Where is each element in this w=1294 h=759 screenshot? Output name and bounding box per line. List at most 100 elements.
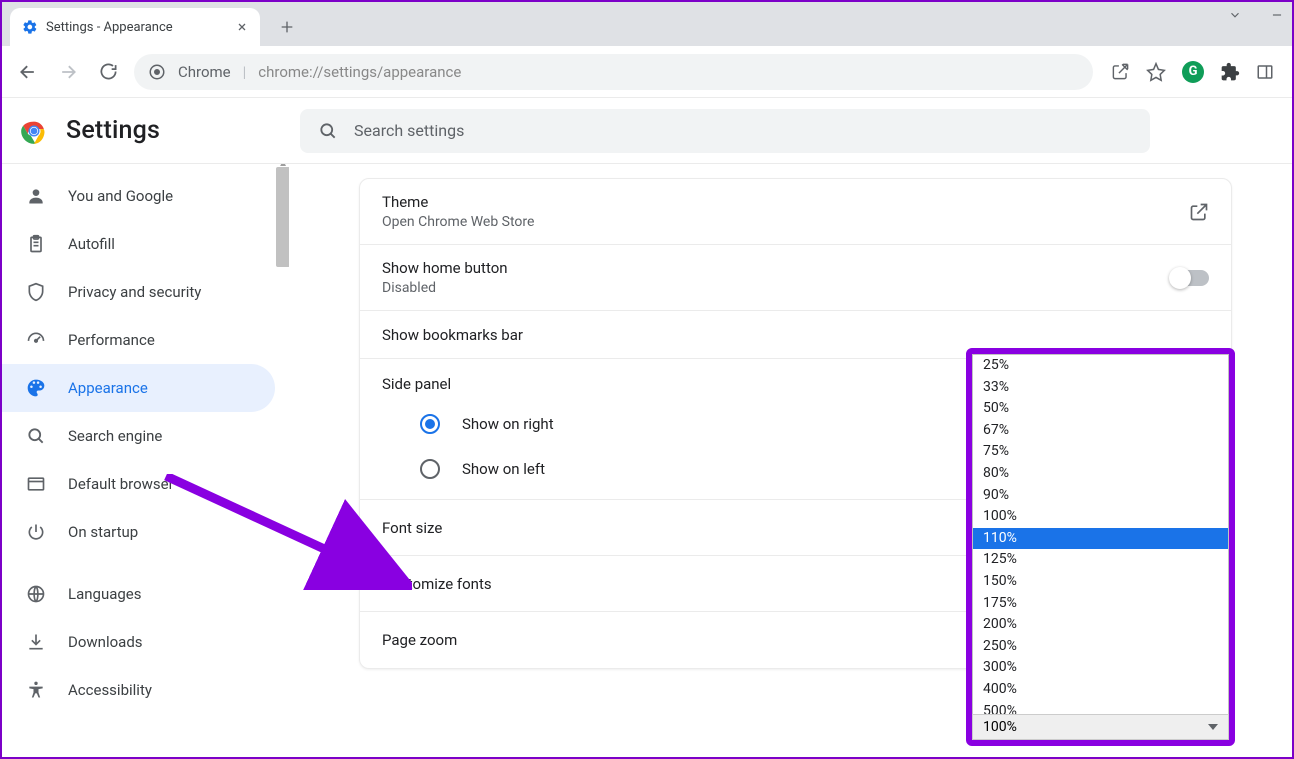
sidebar-item-label: Languages [68, 585, 142, 603]
close-icon[interactable] [236, 21, 248, 33]
settings-search[interactable]: Search settings [300, 109, 1150, 153]
window-controls [1228, 8, 1284, 22]
shield-icon [26, 282, 46, 302]
sidebar-item-performance[interactable]: Performance [2, 316, 275, 364]
page-title: Settings [66, 116, 160, 145]
radio-icon[interactable] [420, 459, 440, 479]
palette-icon [26, 378, 46, 398]
home-button-row: Show home button Disabled [360, 245, 1231, 311]
browser-tab-bar: Settings - Appearance [2, 2, 1292, 46]
home-sub: Disabled [382, 280, 508, 296]
power-icon [26, 522, 46, 542]
gear-icon [22, 19, 38, 35]
zoom-dropdown-list[interactable]: 25%33%50%67%75%80%90%100%110%125%150%175… [972, 354, 1229, 723]
browser-tab[interactable]: Settings - Appearance [10, 8, 260, 46]
home-toggle[interactable] [1171, 270, 1209, 286]
sidepanel-right-label: Show on right [462, 415, 554, 433]
theme-sub: Open Chrome Web Store [382, 214, 534, 230]
zoom-option[interactable]: 90% [973, 485, 1228, 507]
sidebar-item-label: You and Google [68, 187, 173, 205]
omnibox-url: chrome://settings/appearance [258, 63, 461, 81]
sidebar-item-autofill[interactable]: Autofill [2, 220, 275, 268]
minimize-icon[interactable] [1270, 8, 1284, 22]
sidebar-item-accessibility[interactable]: Accessibility [2, 666, 275, 714]
sidebar-item-label: Appearance [68, 379, 148, 397]
pagezoom-title: Page zoom [382, 631, 457, 649]
zoom-option[interactable]: 50% [973, 398, 1228, 420]
share-icon[interactable] [1111, 62, 1130, 81]
browser-nav-bar: Chrome | chrome://settings/appearance G [2, 46, 1292, 98]
bookmarks-title: Show bookmarks bar [382, 326, 523, 344]
browser-icon [26, 474, 46, 494]
chevron-down-icon[interactable] [1228, 8, 1242, 22]
zoom-option[interactable]: 80% [973, 463, 1228, 485]
zoom-option[interactable]: 400% [973, 679, 1228, 701]
sidebar-item-label: Accessibility [68, 681, 152, 699]
sidebar-item-label: On startup [68, 523, 138, 541]
home-title: Show home button [382, 259, 508, 277]
person-icon [26, 186, 46, 206]
sidebar-item-privacy-and-security[interactable]: Privacy and security [2, 268, 275, 316]
fontsize-title: Font size [382, 519, 442, 537]
sidepanel-title: Side panel [382, 375, 451, 393]
search-placeholder: Search settings [354, 121, 464, 140]
zoom-option[interactable]: 150% [973, 571, 1228, 593]
sidepanel-icon[interactable] [1256, 63, 1274, 81]
zoom-option[interactable]: 125% [973, 549, 1228, 571]
star-icon[interactable] [1146, 62, 1166, 82]
reload-button[interactable] [94, 58, 122, 86]
zoom-option[interactable]: 100% [973, 506, 1228, 528]
sidebar-item-you-and-google[interactable]: You and Google [2, 172, 275, 220]
radio-selected-icon[interactable] [420, 414, 440, 434]
sidebar-item-search-engine[interactable]: Search engine [2, 412, 275, 460]
search-icon [26, 426, 46, 446]
zoom-option[interactable]: 175% [973, 593, 1228, 615]
omnibox-prefix: Chrome [178, 63, 231, 81]
zoom-option[interactable]: 67% [973, 420, 1228, 442]
chevron-down-icon [1208, 724, 1218, 730]
settings-content: Theme Open Chrome Web Store Show home bu… [289, 164, 1292, 757]
sidebar-item-default-browser[interactable]: Default browser [2, 460, 275, 508]
zoom-option[interactable]: 110% [973, 528, 1228, 550]
clipboard-icon [26, 234, 46, 254]
zoom-dropdown-button[interactable]: 100% [972, 714, 1229, 740]
customfonts-title: Customize fonts [382, 575, 492, 593]
sidebar-item-label: Autofill [68, 235, 115, 253]
sidebar-item-downloads[interactable]: Downloads [2, 618, 275, 666]
search-icon [318, 121, 338, 141]
theme-title: Theme [382, 193, 534, 211]
sidebar-item-label: Downloads [68, 633, 143, 651]
sidebar-item-label: Search engine [68, 427, 162, 445]
sidebar-item-label: Default browser [68, 475, 174, 493]
theme-row[interactable]: Theme Open Chrome Web Store [360, 179, 1231, 245]
zoom-option[interactable]: 300% [973, 657, 1228, 679]
scrollbar-thumb[interactable] [276, 167, 289, 267]
omnibox[interactable]: Chrome | chrome://settings/appearance [134, 54, 1093, 90]
zoom-option[interactable]: 33% [973, 377, 1228, 399]
zoom-current-value: 100% [983, 719, 1017, 735]
settings-header: Settings Search settings [2, 98, 1292, 164]
back-button[interactable] [14, 58, 42, 86]
sidebar-item-label: Privacy and security [68, 283, 201, 301]
sidebar-item-on-startup[interactable]: On startup [2, 508, 275, 556]
speed-icon [26, 330, 46, 350]
zoom-option[interactable]: 250% [973, 636, 1228, 658]
site-info-icon[interactable] [148, 63, 166, 81]
new-tab-button[interactable] [270, 10, 304, 44]
open-external-icon[interactable] [1189, 202, 1209, 222]
extension-badge[interactable]: G [1182, 61, 1204, 83]
settings-sidebar: ▲ You and GoogleAutofillPrivacy and secu… [2, 164, 289, 757]
chrome-logo-icon [20, 117, 48, 145]
bookmarks-row: Show bookmarks bar [360, 311, 1231, 359]
download-icon [26, 632, 46, 652]
sidebar-item-languages[interactable]: Languages [2, 570, 275, 618]
sidebar-item-label: Performance [68, 331, 155, 349]
sidepanel-left-label: Show on left [462, 460, 545, 478]
zoom-option[interactable]: 25% [973, 355, 1228, 377]
sidebar-item-appearance[interactable]: Appearance [2, 364, 275, 412]
zoom-option[interactable]: 75% [973, 441, 1228, 463]
extensions-icon[interactable] [1220, 62, 1240, 82]
zoom-option[interactable]: 200% [973, 614, 1228, 636]
forward-button[interactable] [54, 58, 82, 86]
accessibility-icon [26, 680, 46, 700]
